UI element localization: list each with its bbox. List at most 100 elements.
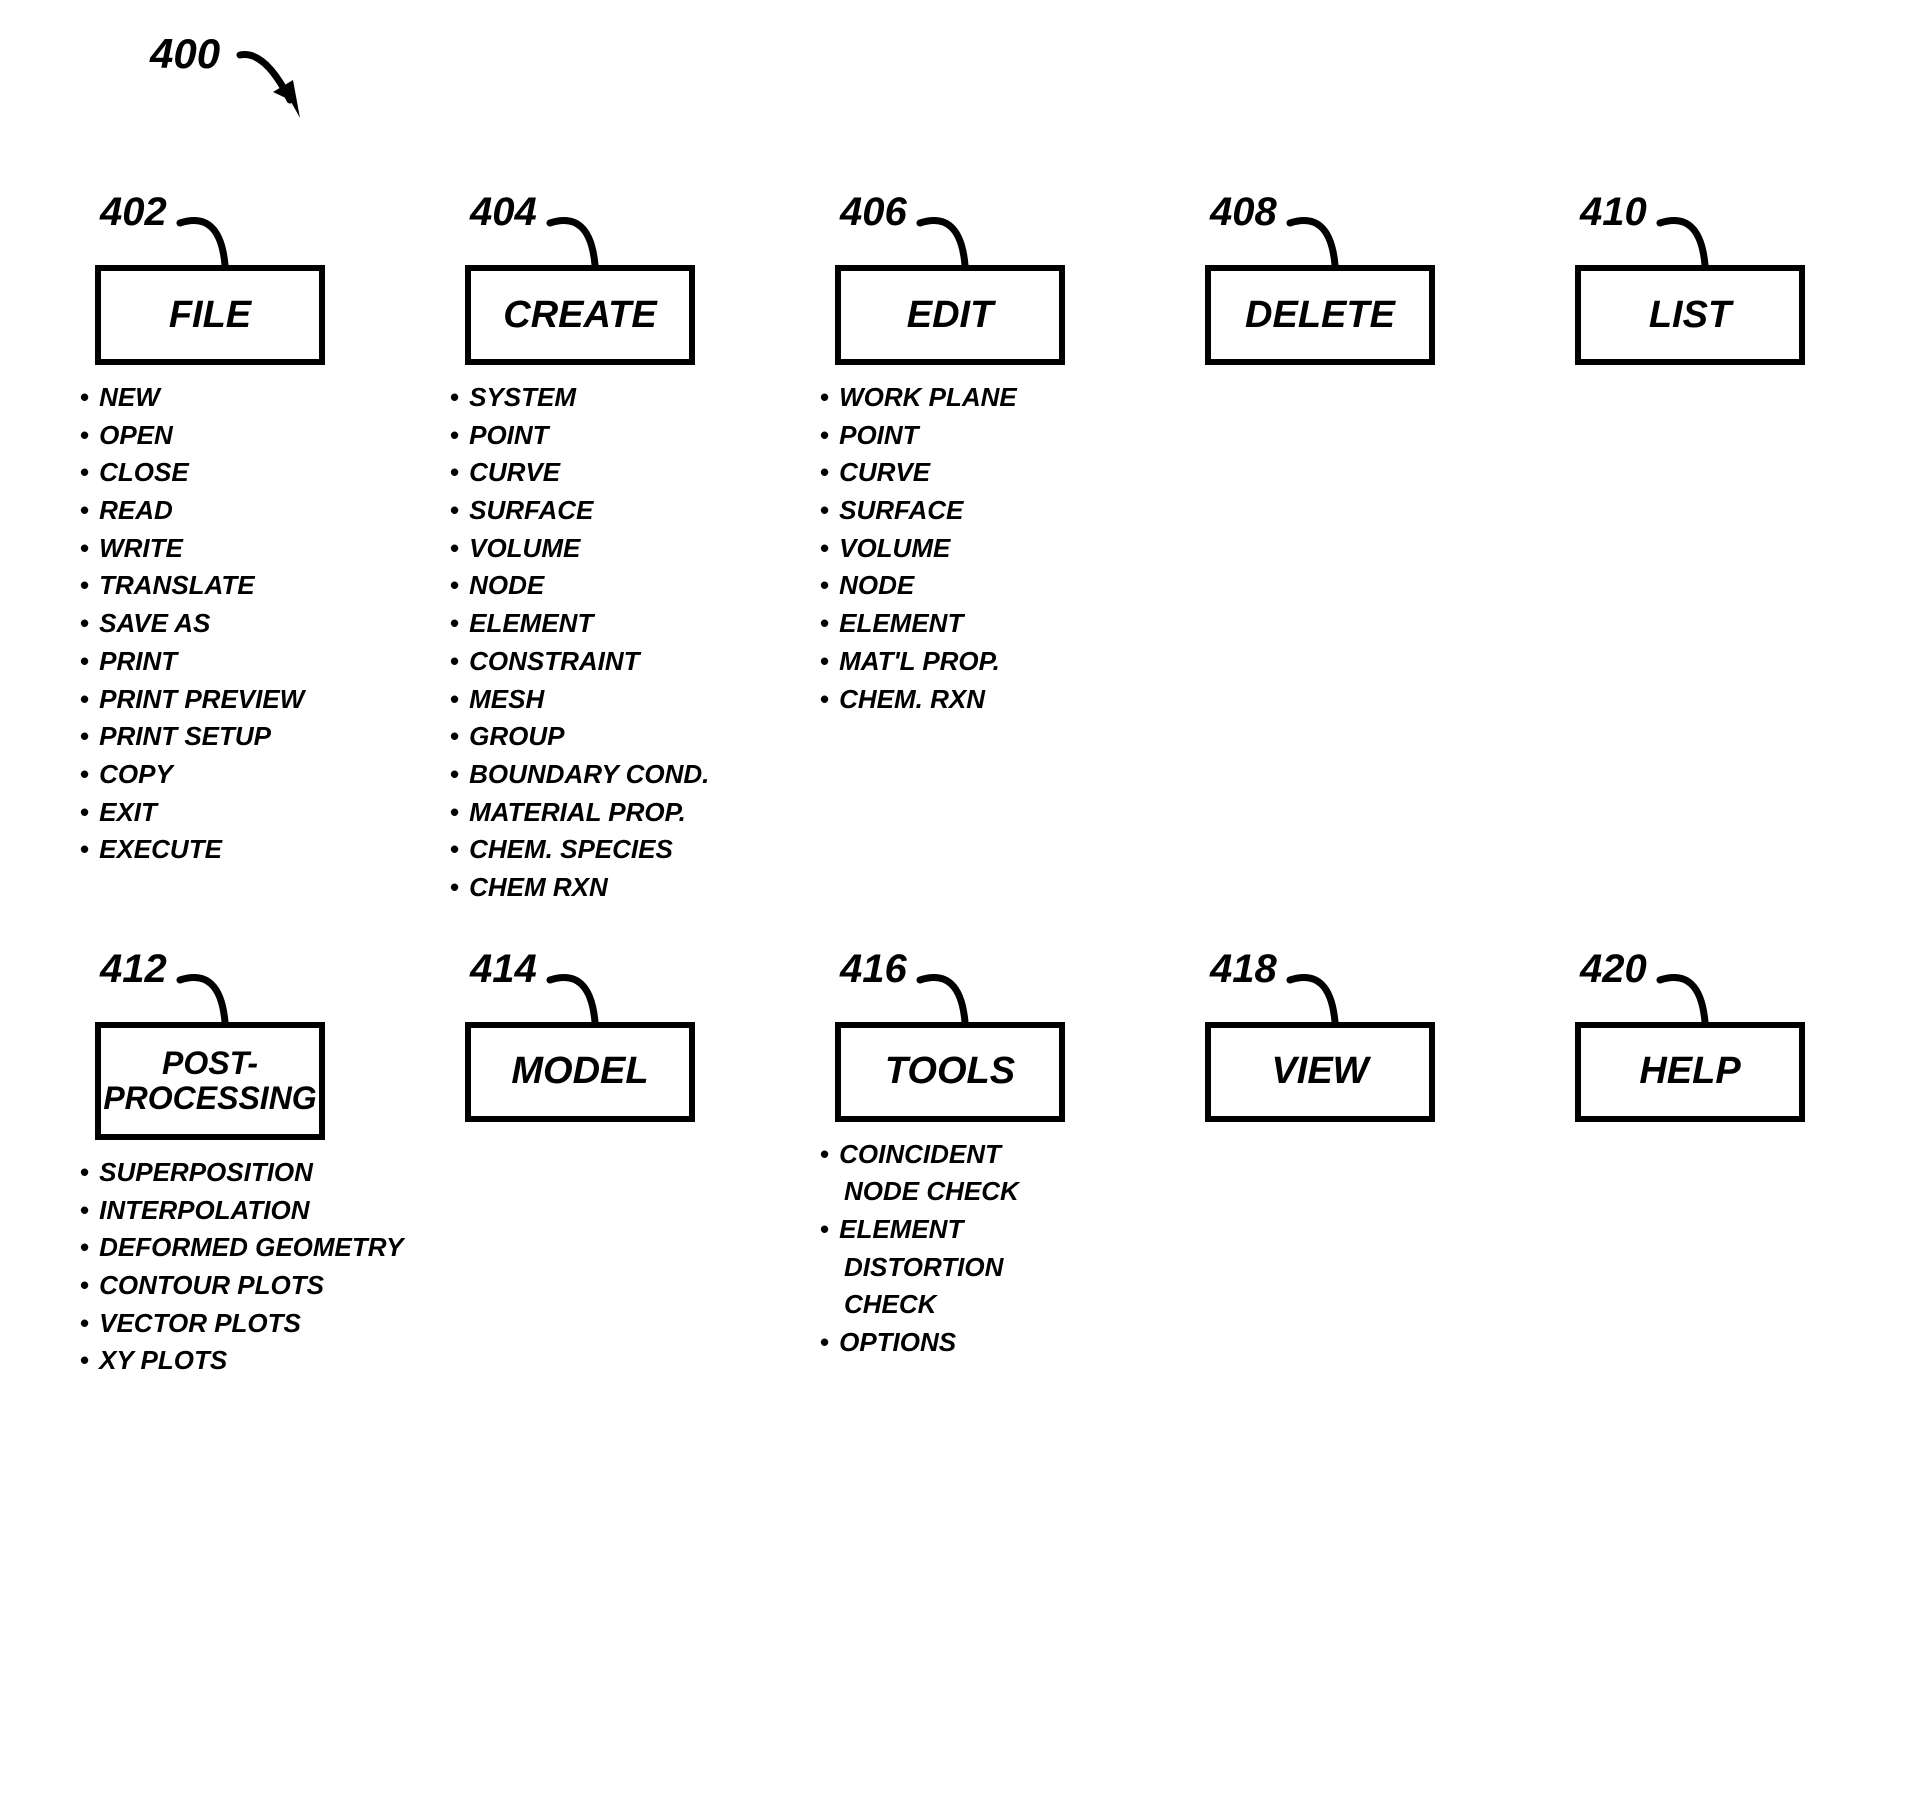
reference-number: 408 bbox=[1210, 190, 1277, 235]
menu-item: MATERIAL PROP. bbox=[450, 794, 710, 832]
reference-callout: 418 bbox=[1210, 947, 1450, 1022]
menu-item: EXECUTE bbox=[80, 831, 340, 869]
reference-callout: 402 bbox=[100, 190, 340, 265]
menu-row-1: 402 FILE NEW OPEN CLOSE READ WRITE TRANS… bbox=[80, 190, 1830, 907]
menu-items-tools: COINCIDENT NODE CHECK ELEMENT DISTORTION… bbox=[820, 1136, 1080, 1362]
menu-item: ELEMENT bbox=[450, 605, 710, 643]
menu-block-create: 404 CREATE SYSTEM POINT CURVE SURFACE VO… bbox=[450, 190, 710, 907]
menu-title-edit: EDIT bbox=[835, 265, 1065, 365]
menu-item: COPY bbox=[80, 756, 340, 794]
menu-title-postprocessing: POST-PROCESSING bbox=[95, 1022, 325, 1140]
menu-item: BOUNDARY COND. bbox=[450, 756, 710, 794]
menu-item: POINT bbox=[820, 417, 1080, 455]
menu-item: EXIT bbox=[80, 794, 340, 832]
menu-item: MESH bbox=[450, 681, 710, 719]
reference-number: 402 bbox=[100, 190, 167, 235]
menu-items-postprocessing: SUPERPOSITION INTERPOLATION DEFORMED GEO… bbox=[80, 1154, 340, 1380]
menu-diagram: 400 402 FILE NEW OPEN CLOSE bbox=[80, 60, 1830, 1380]
main-reference-callout: 400 bbox=[150, 30, 220, 78]
menu-item: OPEN bbox=[80, 417, 340, 455]
menu-item: DEFORMED GEOMETRY bbox=[80, 1229, 340, 1267]
callout-hook-icon bbox=[1285, 962, 1375, 1030]
menu-block-postprocessing: 412 POST-PROCESSING SUPERPOSITION INTERP… bbox=[80, 947, 340, 1381]
callout-hook-icon bbox=[175, 962, 265, 1030]
menu-item: WRITE bbox=[80, 530, 340, 568]
menu-item: CURVE bbox=[820, 454, 1080, 492]
reference-callout: 410 bbox=[1580, 190, 1820, 265]
menu-item: READ bbox=[80, 492, 340, 530]
menu-item: ELEMENT bbox=[820, 605, 1080, 643]
menu-item: SURFACE bbox=[820, 492, 1080, 530]
menu-item: CHEM. SPECIES bbox=[450, 831, 710, 869]
menu-block-delete: 408 DELETE bbox=[1190, 190, 1450, 365]
menu-item: COINCIDENT NODE CHECK bbox=[820, 1136, 1080, 1211]
menu-item: SURFACE bbox=[450, 492, 710, 530]
menu-rows: 402 FILE NEW OPEN CLOSE READ WRITE TRANS… bbox=[80, 60, 1830, 1380]
menu-item: XY PLOTS bbox=[80, 1342, 340, 1380]
menu-item: MAT'L PROP. bbox=[820, 643, 1080, 681]
menu-item: CURVE bbox=[450, 454, 710, 492]
reference-callout: 414 bbox=[470, 947, 710, 1022]
menu-title-help: HELP bbox=[1575, 1022, 1805, 1122]
reference-number: 420 bbox=[1580, 947, 1647, 992]
main-reference-number: 400 bbox=[150, 30, 220, 77]
menu-item: INTERPOLATION bbox=[80, 1192, 340, 1230]
menu-item: TRANSLATE bbox=[80, 567, 340, 605]
menu-title-tools: TOOLS bbox=[835, 1022, 1065, 1122]
menu-item: CHEM RXN bbox=[450, 869, 710, 907]
menu-item: VOLUME bbox=[820, 530, 1080, 568]
menu-title-create: CREATE bbox=[465, 265, 695, 365]
reference-number: 404 bbox=[470, 190, 537, 235]
callout-hook-icon bbox=[1655, 962, 1745, 1030]
menu-item: POINT bbox=[450, 417, 710, 455]
callout-hook-icon bbox=[175, 205, 265, 273]
reference-number: 418 bbox=[1210, 947, 1277, 992]
menu-title-view: VIEW bbox=[1205, 1022, 1435, 1122]
reference-callout: 408 bbox=[1210, 190, 1450, 265]
menu-title-list: LIST bbox=[1575, 265, 1805, 365]
menu-item: NODE bbox=[450, 567, 710, 605]
menu-block-list: 410 LIST bbox=[1560, 190, 1820, 365]
callout-hook-icon bbox=[1655, 205, 1745, 273]
menu-title-delete: DELETE bbox=[1205, 265, 1435, 365]
menu-item: NODE bbox=[820, 567, 1080, 605]
menu-items-create: SYSTEM POINT CURVE SURFACE VOLUME NODE E… bbox=[450, 379, 710, 907]
callout-hook-icon bbox=[1285, 205, 1375, 273]
menu-item: CHEM. RXN bbox=[820, 681, 1080, 719]
menu-item: SAVE AS bbox=[80, 605, 340, 643]
reference-number: 412 bbox=[100, 947, 167, 992]
reference-callout: 404 bbox=[470, 190, 710, 265]
menu-item: OPTIONS bbox=[820, 1324, 1080, 1362]
reference-callout: 406 bbox=[840, 190, 1080, 265]
callout-hook-icon bbox=[915, 962, 1005, 1030]
reference-callout: 416 bbox=[840, 947, 1080, 1022]
callout-hook-icon bbox=[545, 962, 635, 1030]
menu-item: PRINT bbox=[80, 643, 340, 681]
reference-callout: 420 bbox=[1580, 947, 1820, 1022]
reference-number: 414 bbox=[470, 947, 537, 992]
menu-item: NEW bbox=[80, 379, 340, 417]
menu-title-file: FILE bbox=[95, 265, 325, 365]
callout-hook-icon bbox=[915, 205, 1005, 273]
arrow-down-right-icon bbox=[235, 40, 325, 140]
menu-block-file: 402 FILE NEW OPEN CLOSE READ WRITE TRANS… bbox=[80, 190, 340, 869]
menu-block-help: 420 HELP bbox=[1560, 947, 1820, 1122]
menu-item: CONTOUR PLOTS bbox=[80, 1267, 340, 1305]
reference-number: 410 bbox=[1580, 190, 1647, 235]
menu-block-edit: 406 EDIT WORK PLANE POINT CURVE SURFACE … bbox=[820, 190, 1080, 718]
menu-item: ELEMENT DISTORTION CHECK bbox=[820, 1211, 1080, 1324]
menu-row-2: 412 POST-PROCESSING SUPERPOSITION INTERP… bbox=[80, 947, 1830, 1381]
menu-block-view: 418 VIEW bbox=[1190, 947, 1450, 1122]
menu-item: VECTOR PLOTS bbox=[80, 1305, 340, 1343]
menu-item: VOLUME bbox=[450, 530, 710, 568]
reference-number: 416 bbox=[840, 947, 907, 992]
menu-item: PRINT PREVIEW bbox=[80, 681, 340, 719]
menu-item: GROUP bbox=[450, 718, 710, 756]
menu-item: PRINT SETUP bbox=[80, 718, 340, 756]
menu-item: CLOSE bbox=[80, 454, 340, 492]
reference-number: 406 bbox=[840, 190, 907, 235]
menu-block-tools: 416 TOOLS COINCIDENT NODE CHECK ELEMENT … bbox=[820, 947, 1080, 1362]
menu-items-file: NEW OPEN CLOSE READ WRITE TRANSLATE SAVE… bbox=[80, 379, 340, 869]
menu-item: CONSTRAINT bbox=[450, 643, 710, 681]
reference-callout: 412 bbox=[100, 947, 340, 1022]
